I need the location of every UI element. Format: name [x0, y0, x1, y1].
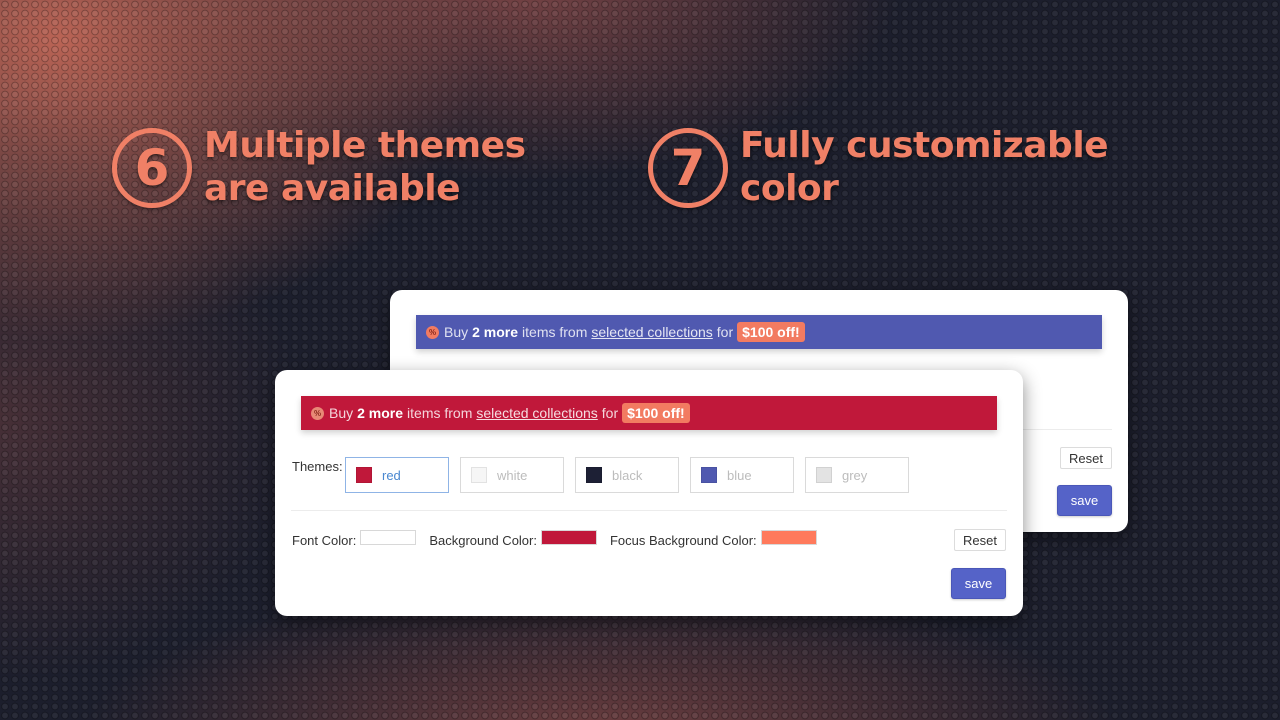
discount-badge-icon: %	[311, 406, 324, 420]
banner-middle: items from	[522, 324, 588, 340]
color-swatch	[816, 467, 832, 483]
theme-option-blue[interactable]: blue	[690, 457, 794, 493]
color-swatch	[471, 467, 487, 483]
number-badge: 6	[112, 128, 192, 208]
background-color-picker[interactable]	[540, 530, 597, 545]
color-swatch	[701, 467, 717, 483]
offer-badge: $100 off!	[622, 403, 690, 423]
font-color-picker[interactable]	[360, 530, 417, 545]
feature-multiple-themes: 6 Multiple themes are available	[112, 124, 526, 210]
color-settings: Font Color: Background Color: Focus Back…	[292, 530, 830, 548]
offer-badge: $100 off!	[737, 322, 805, 342]
background-color-label: Background Color:	[429, 533, 537, 548]
banner-count: 2 more	[357, 405, 404, 421]
reset-button[interactable]: Reset	[954, 529, 1006, 551]
banner-for: for	[601, 405, 619, 421]
settings-card-red-theme: % Buy 2 more items from selected collect…	[275, 370, 1023, 616]
preview-banner: % Buy 2 more items from selected collect…	[301, 396, 997, 430]
banner-for: for	[716, 324, 734, 340]
number-badge: 7	[648, 128, 728, 208]
feature-customizable-color: 7 Fully customizable color	[648, 124, 1109, 210]
divider	[291, 510, 1007, 511]
feature-title: Multiple themes are available	[204, 125, 526, 209]
theme-options: red white black blue grey	[345, 457, 909, 493]
color-swatch	[356, 467, 372, 483]
themes-label: Themes:	[292, 459, 343, 474]
feature-title: Fully customizable color	[740, 125, 1109, 209]
save-button[interactable]: save	[1057, 485, 1112, 516]
theme-option-black[interactable]: black	[575, 457, 679, 493]
selected-collections-link[interactable]: selected collections	[476, 405, 597, 421]
font-color-label: Font Color:	[292, 533, 357, 548]
banner-middle: items from	[407, 405, 473, 421]
focus-background-color-label: Focus Background Color:	[609, 533, 757, 548]
selected-collections-link[interactable]: selected collections	[591, 324, 712, 340]
theme-label: white	[497, 467, 528, 483]
focus-background-color-picker[interactable]	[760, 530, 817, 545]
discount-badge-icon: %	[426, 325, 439, 339]
banner-count: 2 more	[472, 324, 519, 340]
theme-label: red	[382, 467, 401, 483]
theme-option-white[interactable]: white	[460, 457, 564, 493]
preview-banner: % Buy 2 more items from selected collect…	[416, 315, 1102, 349]
banner-prefix: Buy	[444, 324, 469, 340]
color-swatch	[586, 467, 602, 483]
reset-button[interactable]: Reset	[1060, 447, 1112, 469]
save-button[interactable]: save	[951, 568, 1006, 599]
theme-option-red[interactable]: red	[345, 457, 449, 493]
theme-option-grey[interactable]: grey	[805, 457, 909, 493]
banner-prefix: Buy	[329, 405, 354, 421]
theme-label: black	[612, 467, 643, 483]
theme-label: blue	[727, 467, 752, 483]
theme-label: grey	[842, 467, 868, 483]
